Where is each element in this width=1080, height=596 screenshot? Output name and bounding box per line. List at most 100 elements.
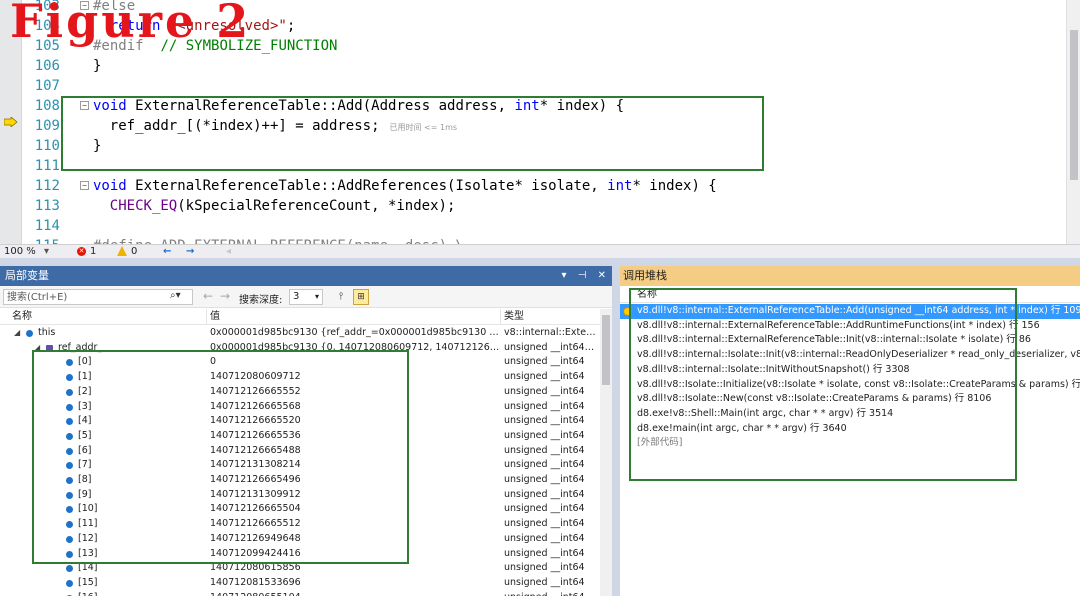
navigate-back-icon[interactable]: ← xyxy=(163,245,171,258)
variable-value[interactable]: 0x000001d985bc9130 {ref_addr_=0x000001d9… xyxy=(210,326,500,341)
table-row[interactable]: [15] 140712081533696 unsigned __int64 xyxy=(0,576,600,591)
variable-type: unsigned __int64 xyxy=(504,503,585,515)
table-row[interactable]: [16] 140712080655104 unsigned __int64 xyxy=(0,591,600,596)
horizontal-scroll-left-icon[interactable]: ◂ xyxy=(226,245,231,258)
code-text: #define ADD_EXTERNAL_REFERENCE(name, des… xyxy=(93,236,464,244)
editor-vertical-scrollbar[interactable] xyxy=(1066,0,1080,244)
line-number: 111 xyxy=(34,158,60,174)
variable-value[interactable]: 140712080655104 xyxy=(210,591,500,596)
search-previous-icon[interactable]: ← xyxy=(203,289,213,303)
pin-source-icon[interactable]: ⫯ xyxy=(334,290,348,304)
zoom-level[interactable]: 100 % xyxy=(4,245,36,258)
search-next-icon[interactable]: → xyxy=(220,289,230,303)
code-token: int xyxy=(607,178,633,194)
pane-splitter[interactable] xyxy=(612,266,620,596)
code-line[interactable]: 112 − void ExternalReferenceTable::AddRefe… xyxy=(0,176,1080,196)
field-icon xyxy=(26,330,33,337)
collapse-region-icon[interactable]: − xyxy=(80,181,89,190)
variable-type: unsigned __int64 xyxy=(504,576,585,588)
locals-title-bar: 局部变量 ▾ ⊣ ✕ xyxy=(0,266,612,286)
variable-type: unsigned __int64 xyxy=(504,547,585,559)
locals-vertical-scrollbar[interactable] xyxy=(600,309,612,596)
code-line[interactable]: 115 #define ADD_EXTERNAL_REFERENCE(name, … xyxy=(0,236,1080,244)
warning-icon[interactable] xyxy=(117,246,127,256)
search-depth-label: 搜索深度: xyxy=(239,295,283,306)
code-token: CHECK_EQ xyxy=(109,198,178,214)
variable-name: this xyxy=(38,327,56,338)
code-line[interactable]: 113 CHECK_EQ(kSpecialReferenceCount, *ind… xyxy=(0,196,1080,216)
error-icon[interactable]: ✕ xyxy=(77,247,86,256)
column-divider[interactable] xyxy=(206,309,207,325)
navigate-forward-icon[interactable]: → xyxy=(186,245,194,258)
variable-type: unsigned __int64 xyxy=(504,591,596,596)
editor-status-bar: 100 % ▾ ✕ 1 0 ← → ◂ xyxy=(0,244,1080,258)
line-number: 114 xyxy=(34,218,60,234)
code-token: ExternalReferenceTable::AddReferences(Is… xyxy=(126,178,608,194)
column-divider[interactable] xyxy=(500,309,501,325)
line-number: 107 xyxy=(34,78,60,94)
field-icon xyxy=(66,579,73,587)
variable-name: [16] xyxy=(78,591,98,596)
variable-type: v8::internal::Extern... xyxy=(504,327,596,338)
call-stack-title: 调用堆栈 xyxy=(623,269,667,282)
locals-title: 局部变量 xyxy=(5,269,49,282)
call-stack-title-bar: 调用堆栈 xyxy=(620,266,1080,286)
line-number: 109 xyxy=(34,118,60,134)
locals-highlight-box xyxy=(32,350,409,564)
window-position-icon[interactable]: ▾ xyxy=(561,270,566,281)
code-token: (kSpecialReferenceCount, *index); xyxy=(177,198,456,214)
variable-type: unsigned __int64 xyxy=(504,518,585,530)
editor-scroll-thumb[interactable] xyxy=(1070,30,1078,180)
variable-type: unsigned __int64 xyxy=(504,488,585,500)
locals-column-header: 名称 值 类型 xyxy=(0,309,600,325)
search-depth-select[interactable]: 3 ▾ xyxy=(289,289,323,305)
panel-splitter[interactable] xyxy=(0,258,1080,266)
line-number: 108 xyxy=(34,98,60,114)
code-line[interactable]: 114 xyxy=(0,216,1080,236)
code-line[interactable]: 107 xyxy=(0,76,1080,96)
locals-scroll-thumb[interactable] xyxy=(602,315,610,385)
code-token: * index) { xyxy=(632,178,717,194)
variable-type: unsigned __int64 xyxy=(504,474,585,485)
code-editor[interactable]: 103− #else 104 return "<unresolved>"; 105 #en… xyxy=(0,0,1080,244)
variable-type: unsigned __int64 xyxy=(504,459,585,471)
line-number: 110 xyxy=(34,138,60,154)
auto-hide-pin-icon[interactable]: ⊣ xyxy=(578,270,587,281)
call-stack-highlight-box xyxy=(629,288,1017,481)
warning-count[interactable]: 0 xyxy=(131,245,137,258)
variable-type: unsigned __int64 xyxy=(504,400,585,412)
error-count[interactable]: 1 xyxy=(90,245,96,258)
chevron-down-icon: ▾ xyxy=(314,292,319,301)
search-depth-value: 3 xyxy=(293,291,300,302)
code-token: ; xyxy=(286,18,296,34)
close-icon[interactable]: ✕ xyxy=(598,270,606,281)
column-header-name[interactable]: 名称 xyxy=(12,309,32,325)
variable-type: unsigned __int64 xyxy=(504,385,585,397)
variable-value[interactable]: 140712081533696 xyxy=(210,576,500,591)
variable-type: unsigned __int64[9... xyxy=(504,341,596,353)
table-row[interactable]: ◢ this 0x000001d985bc9130 {ref_addr_=0x000… xyxy=(0,326,600,341)
code-line[interactable]: 106} xyxy=(0,56,1080,76)
zoom-caret-icon[interactable]: ▾ xyxy=(44,245,49,258)
variable-type: unsigned __int64 xyxy=(504,532,585,544)
code-highlight-box xyxy=(61,96,764,171)
line-number: 115 xyxy=(24,236,60,244)
expand-arrow-icon[interactable]: ◢ xyxy=(14,326,20,341)
variable-type: unsigned __int64 xyxy=(504,429,585,441)
code-text: } xyxy=(93,56,101,76)
variable-type: unsigned __int64 xyxy=(504,444,585,456)
search-input[interactable] xyxy=(3,289,193,305)
code-token: void xyxy=(93,178,127,194)
figure-label: Figure 2 xyxy=(10,0,252,48)
column-header-type[interactable]: 类型 xyxy=(504,309,524,325)
column-header-value[interactable]: 值 xyxy=(210,309,220,325)
variable-type: unsigned __int64 xyxy=(504,371,585,383)
line-number: 113 xyxy=(34,198,60,214)
variable-type: unsigned __int64 xyxy=(504,415,585,427)
search-icon[interactable]: ⌕▾ xyxy=(170,290,181,301)
line-number: 112 xyxy=(34,178,60,194)
hex-display-toggle-icon[interactable]: ⊞ xyxy=(353,289,369,305)
code-token: } xyxy=(93,58,102,74)
locals-toolbar: ⌕▾ ← → 搜索深度: 3 ▾ ⫯ ⊞ xyxy=(0,286,612,308)
variable-name: [15] xyxy=(78,576,98,588)
